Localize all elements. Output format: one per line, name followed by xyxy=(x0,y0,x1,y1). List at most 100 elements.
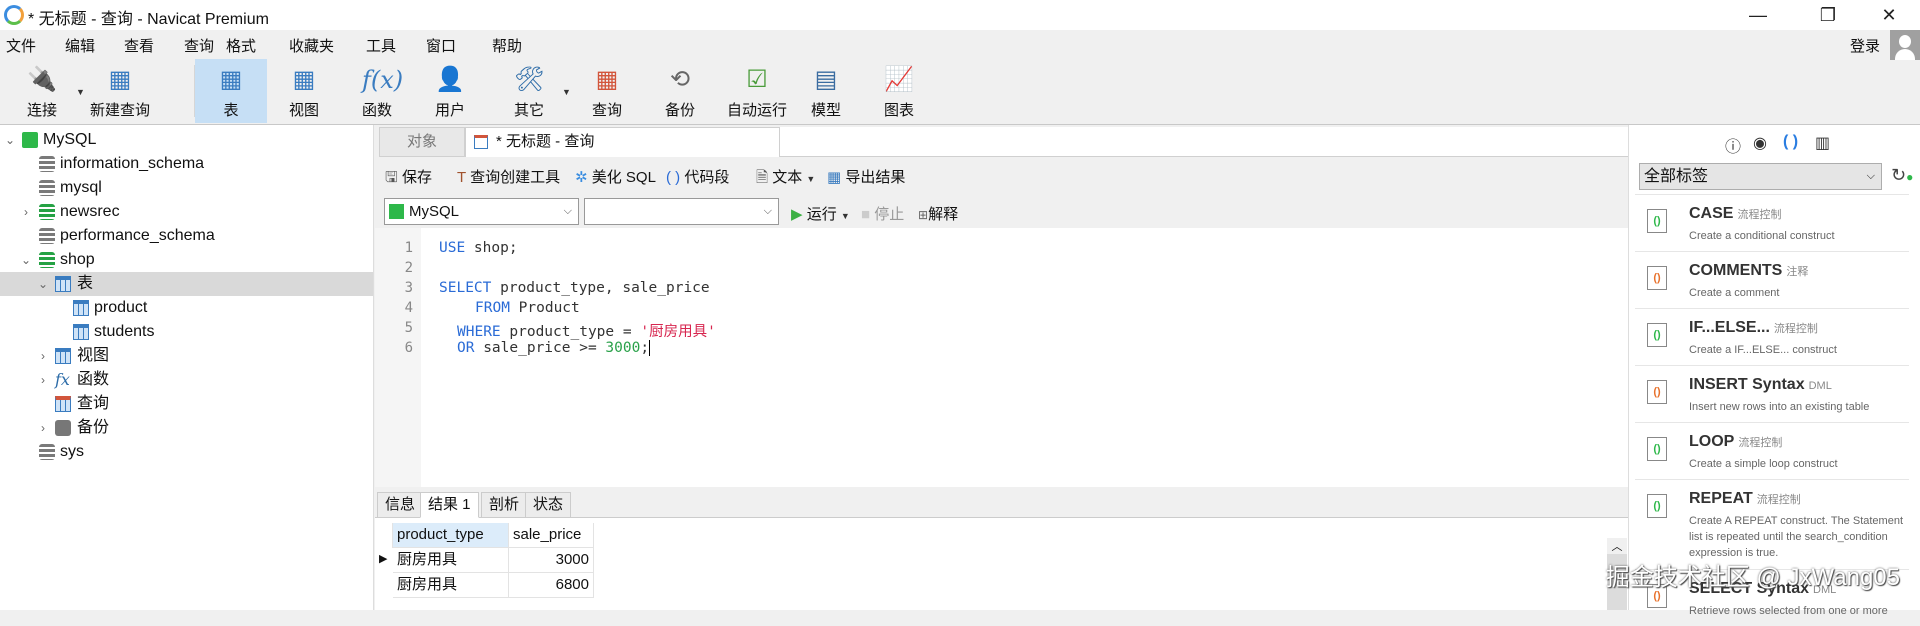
model-button[interactable]: ▤ 模型 xyxy=(790,59,862,123)
line-number: 2 xyxy=(404,260,413,276)
backup-button[interactable]: ⟲ 备份 xyxy=(644,59,716,123)
table-cell[interactable]: 厨房用具 xyxy=(393,573,509,598)
connection-select[interactable]: MySQL ⌵ xyxy=(384,198,579,225)
text-button[interactable]: 🗎 文本 ▼ xyxy=(756,166,815,192)
snippet-item[interactable]: () CASE 流程控制 Create a conditional construct xyxy=(1635,194,1909,251)
tab-info[interactable]: 信息 xyxy=(377,492,424,518)
chevron-right-icon[interactable]: › xyxy=(19,200,33,224)
add-snippet-icon[interactable]: ↻● xyxy=(1891,165,1913,186)
stop-button[interactable]: ■ 停止 xyxy=(861,203,904,224)
tree-queries[interactable]: 查询 xyxy=(0,392,373,416)
table-cell[interactable]: 6800 xyxy=(509,573,594,598)
sql-editor[interactable]: 1 2 3 4 5 6 USE shop; SELECT product_typ… xyxy=(375,228,1628,487)
query-builder-button[interactable]: T 查询创建工具 xyxy=(457,166,560,187)
chevron-down-icon[interactable]: ⌄ xyxy=(3,128,17,152)
tree-backups[interactable]: › 备份 xyxy=(0,416,373,440)
chevron-down-icon[interactable]: ⌄ xyxy=(19,248,33,272)
function-button[interactable]: f(x) 函数 xyxy=(341,59,413,123)
chevron-right-icon[interactable]: › xyxy=(36,368,50,392)
view-button[interactable]: ▦ 视图 xyxy=(268,59,340,123)
connect-button[interactable]: 🔌 连接 xyxy=(6,59,78,123)
snippet-item[interactable]: () REPEAT 流程控制 Create A REPEAT construct. T… xyxy=(1635,479,1909,569)
tree-db-information-schema[interactable]: information_schema xyxy=(0,152,373,176)
other-button[interactable]: 🛠 其它 xyxy=(493,59,565,123)
table-cell[interactable]: 3000 xyxy=(509,548,594,573)
tab-query[interactable]: * 无标题 - 查询 xyxy=(465,127,780,157)
window-title: * 无标题 - 查询 - Navicat Premium xyxy=(28,11,269,28)
text-dropdown-icon[interactable]: ▼ xyxy=(806,174,815,184)
menu-favorites[interactable]: 收藏夹 xyxy=(289,35,334,56)
tree-functions[interactable]: › fx 函数 xyxy=(0,368,373,392)
tree-table-product[interactable]: product xyxy=(0,296,373,320)
tree-tables[interactable]: ⌄ 表 xyxy=(0,272,373,296)
menu-tools[interactable]: 工具 xyxy=(366,35,396,56)
tag-filter-select[interactable]: 全部标签 ⌵ xyxy=(1639,163,1882,190)
explain-button[interactable]: ⊞解释 xyxy=(918,203,958,224)
column-header[interactable]: product_type xyxy=(393,523,509,548)
snippet-item[interactable]: () COMMENTS 注释 Create a comment xyxy=(1635,251,1909,308)
menu-window[interactable]: 窗口 xyxy=(426,35,456,56)
table-icon xyxy=(73,300,89,316)
menu-help[interactable]: 帮助 xyxy=(492,35,522,56)
layout-icon[interactable]: ▥ xyxy=(1815,133,1830,153)
menu-view[interactable]: 查看 xyxy=(124,35,154,56)
run-dropdown-icon[interactable]: ▼ xyxy=(841,211,850,221)
database-icon xyxy=(39,252,55,268)
code-snippet-button[interactable]: ( ) 代码段 xyxy=(666,166,729,187)
snippet-item[interactable]: () IF...ELSE... 流程控制 Create a IF...ELSE... … xyxy=(1635,308,1909,365)
snippet-item[interactable]: () INSERT Syntax DML Insert new rows into a… xyxy=(1635,365,1909,422)
tab-profile[interactable]: 剖析 xyxy=(481,492,528,518)
save-button[interactable]: 🖫 保存 xyxy=(385,166,432,192)
chart-button[interactable]: 📈 图表 xyxy=(863,59,935,123)
query-button[interactable]: ▦ 查询 xyxy=(571,59,643,123)
tree-db-mysql[interactable]: mysql xyxy=(0,176,373,200)
column-header[interactable]: sale_price xyxy=(509,523,594,548)
tab-status[interactable]: 状态 xyxy=(525,492,572,518)
snippet-file-icon: () xyxy=(1647,323,1667,347)
database-select[interactable]: ⌵ xyxy=(584,198,779,225)
chevron-down-icon[interactable]: ⌄ xyxy=(36,272,50,296)
info-icon[interactable]: ⓘ xyxy=(1725,133,1741,157)
minimize-button[interactable]: — xyxy=(1735,2,1781,28)
tree-db-performance-schema[interactable]: performance_schema xyxy=(0,224,373,248)
tree-views[interactable]: › 视图 xyxy=(0,344,373,368)
tree-db-sys[interactable]: sys xyxy=(0,440,373,464)
user-button[interactable]: 👤 用户 xyxy=(414,59,486,123)
avatar-icon[interactable] xyxy=(1890,30,1920,60)
code-line: SELECT product_type, sale_price xyxy=(439,280,710,296)
export-results-button[interactable]: ▦ 导出结果 xyxy=(827,166,905,187)
tab-objects[interactable]: 对象 xyxy=(379,127,465,157)
tree-table-students[interactable]: students xyxy=(0,320,373,344)
menu-file[interactable]: 文件 xyxy=(6,35,36,56)
query-icon: ▦ xyxy=(595,66,619,93)
tree-db-shop[interactable]: ⌄ shop xyxy=(0,248,373,272)
result-tabs: 信息 结果 1 剖析 状态 xyxy=(375,490,1628,518)
table-cell[interactable]: 厨房用具 xyxy=(393,548,509,573)
snippet-file-icon: () xyxy=(1647,437,1667,461)
new-query-button[interactable]: ▦ 新建查询 xyxy=(84,59,156,123)
menu-edit[interactable]: 编辑 xyxy=(65,35,95,56)
snippet-item[interactable]: () LOOP 流程控制 Create a simple loop construct xyxy=(1635,422,1909,479)
run-button[interactable]: ▶ 运行 ▼ xyxy=(791,203,850,224)
chevron-right-icon[interactable]: › xyxy=(36,344,50,368)
login-link[interactable]: 登录 xyxy=(1850,35,1880,56)
menu-format[interactable]: 格式 xyxy=(226,35,256,56)
close-button[interactable]: ✕ xyxy=(1866,2,1912,28)
scroll-up-icon[interactable]: ︿ xyxy=(1607,538,1627,554)
chevron-right-icon[interactable]: › xyxy=(36,416,50,440)
code-snippet-icon[interactable]: ( ) xyxy=(1783,133,1798,151)
chevron-down-icon: ⌵ xyxy=(1866,170,1875,182)
database-icon xyxy=(39,228,55,244)
preview-icon[interactable]: ◉ xyxy=(1753,133,1767,153)
automation-button[interactable]: ☑ 自动运行 xyxy=(717,59,797,123)
beautify-sql-button[interactable]: ✲ 美化 SQL xyxy=(575,166,656,187)
menu-query[interactable]: 查询 xyxy=(184,35,214,56)
tab-result-1[interactable]: 结果 1 xyxy=(420,492,479,518)
tree-connection-mysql[interactable]: ⌄ MySQL xyxy=(0,128,373,152)
tree-db-newsrec[interactable]: › newsrec xyxy=(0,200,373,224)
title-bar: * 无标题 - 查询 - Navicat Premium — ❐ ✕ xyxy=(0,0,1920,30)
other-dropdown-icon[interactable]: ▼ xyxy=(562,87,571,97)
document-icon: 🗎 xyxy=(756,169,769,186)
maximize-button[interactable]: ❐ xyxy=(1805,2,1851,28)
table-button[interactable]: ▦ 表 xyxy=(195,59,267,123)
